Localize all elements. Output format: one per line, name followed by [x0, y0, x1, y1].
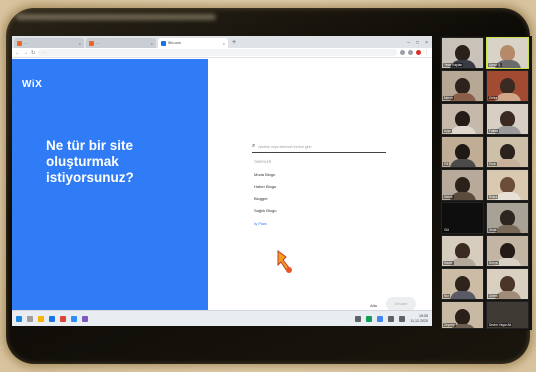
site-type-search[interactable]: ⌕ İşletme veya sitenizin türünü girin [252, 141, 386, 153]
participant-name: Yeter Kaplan [443, 63, 464, 67]
participant-video[interactable]: Yeter Kaplan [441, 37, 484, 69]
wix-hero-panel: WiX Ne tür bir site oluşturmak istiyorsu… [12, 59, 208, 310]
participant-gallery: Yeter Kaplan Aynur Ş. Merve Zehra Ayşe F… [440, 36, 532, 330]
hero-question: Ne tür bir site oluşturmak istiyorsunuz? [46, 138, 134, 185]
extension-icon[interactable] [400, 50, 405, 55]
participant-video[interactable]: Derya [486, 235, 529, 267]
participant-name: Zehra [488, 96, 499, 100]
participant-video[interactable]: Seda [486, 202, 529, 234]
back-icon[interactable]: ← [15, 50, 20, 56]
participant-name: Sevim Yaşar Ak [488, 323, 513, 327]
participant-video[interactable]: Hacer [441, 235, 484, 267]
address-bar[interactable]: … [38, 49, 397, 56]
profile-icon[interactable] [416, 50, 421, 55]
suggestion-item[interactable]: Haber Blogu [254, 184, 276, 189]
tray-icon[interactable] [366, 315, 373, 322]
tab-title: Wix.com [168, 41, 181, 45]
participant-video-off[interactable]: Gül [441, 202, 484, 234]
edge-icon[interactable] [49, 315, 55, 322]
clock-date: 11.12.2020 [410, 318, 428, 323]
minimize-icon[interactable]: – [407, 38, 410, 48]
taskbar-clock[interactable]: 19:05 11.12.2020 [410, 314, 428, 323]
browser-tab[interactable]: … × [14, 38, 84, 48]
tab-favicon-icon [17, 40, 22, 46]
tab-favicon-icon [161, 40, 166, 46]
next-button[interactable]: Devam [386, 297, 416, 311]
participant-name: Büşra [488, 195, 499, 199]
participant-name: Elif [443, 162, 450, 166]
participant-video[interactable]: Nur [441, 268, 484, 300]
wifi-icon[interactable] [388, 315, 395, 322]
file-explorer-icon[interactable] [38, 315, 44, 322]
participant-video[interactable]: Ceren [486, 268, 529, 300]
zoom-icon[interactable] [71, 315, 77, 322]
window-controls: – □ × [407, 38, 432, 48]
close-tab-icon[interactable]: × [151, 41, 153, 46]
participant-video[interactable]: Ayşe [441, 103, 484, 135]
tab-favicon-icon [89, 40, 94, 46]
participant-video[interactable]: Fatma [486, 103, 529, 135]
volume-icon[interactable] [399, 315, 406, 322]
participant-name: Melek [443, 195, 454, 199]
wix-logo[interactable]: WiX [22, 79, 42, 90]
participant-name: Esra [488, 162, 497, 166]
suggestions-header: ÖNERİLER [254, 160, 272, 164]
suggestion-item[interactable]: Sağlık Blogu [254, 208, 276, 213]
participant-name: Gül [443, 228, 450, 232]
participant-video[interactable]: Elif [441, 136, 484, 168]
close-window-icon[interactable]: × [425, 38, 428, 48]
browser-tab-active[interactable]: Wix.com × [158, 38, 228, 48]
skip-link[interactable]: Atla [370, 303, 377, 308]
windows-taskbar: 19:05 11.12.2020 [12, 310, 432, 326]
participant-video[interactable]: Büşra [486, 169, 529, 201]
search-taskbar-icon[interactable] [27, 315, 33, 322]
participant-name: Hacer [443, 261, 454, 265]
search-input[interactable]: İşletme veya sitenizin türünü girin [258, 145, 311, 149]
close-tab-icon[interactable]: × [79, 41, 81, 46]
forward-icon[interactable]: → [23, 50, 28, 56]
participant-video[interactable]: Esra [486, 136, 529, 168]
participant-video[interactable]: Melek [441, 169, 484, 201]
participant-video-speaking[interactable]: Aynur Ş. [486, 37, 529, 69]
more-suggestions-link[interactable]: İş Planı [254, 221, 267, 226]
participant-name: Aynur Ş. [488, 63, 503, 67]
new-tab-icon[interactable]: + [232, 38, 236, 48]
extension-icon[interactable] [408, 50, 413, 55]
tab-title: … [24, 41, 28, 45]
tray-icon[interactable] [377, 315, 384, 322]
browser-tab-bar: … × … × Wix.com × + – □ × [12, 36, 432, 48]
participant-video[interactable]: Zehra [486, 70, 529, 102]
participant-name: Ayşe [443, 129, 453, 133]
participant-video[interactable]: Merve [441, 70, 484, 102]
participant-name: Ceren [488, 294, 499, 298]
participant-name: Zeynep [443, 323, 456, 327]
frame-shine [16, 14, 216, 20]
reload-icon[interactable]: ↻ [31, 50, 35, 56]
background: … × … × Wix.com × + – □ × ← → ↻ … ⋮ WiX … [0, 0, 536, 372]
start-icon[interactable] [16, 315, 22, 322]
mouse-cursor-icon [277, 250, 292, 273]
participant-name: Nur [443, 294, 451, 298]
chrome-icon[interactable] [60, 315, 66, 322]
suggestion-item[interactable]: Moda Blogu [254, 172, 275, 177]
shared-screen: … × … × Wix.com × + – □ × ← → ↻ … ⋮ WiX … [12, 36, 432, 326]
menu-icon[interactable]: ⋮ [424, 50, 429, 56]
participant-name: Fatma [488, 129, 500, 133]
close-tab-icon[interactable]: × [223, 41, 225, 46]
participant-video[interactable]: Zeynep [441, 301, 484, 329]
tray-icon[interactable] [355, 315, 362, 322]
search-icon: ⌕ [252, 143, 256, 149]
participant-name: Merve [443, 96, 454, 100]
participant-video[interactable]: Sevim Yaşar Ak [486, 301, 529, 329]
browser-toolbar: ← → ↻ … ⋮ [12, 48, 432, 58]
suggestion-item[interactable]: Blogger [254, 196, 268, 201]
participant-name: Seda [488, 228, 498, 232]
maximize-icon[interactable]: □ [416, 38, 419, 48]
app-icon[interactable] [82, 315, 88, 322]
site-type-panel: ⌕ İşletme veya sitenizin türünü girin ÖN… [208, 59, 432, 311]
browser-tab[interactable]: … × [86, 38, 156, 48]
tab-title: … [96, 41, 100, 45]
participant-name: Derya [488, 261, 499, 265]
